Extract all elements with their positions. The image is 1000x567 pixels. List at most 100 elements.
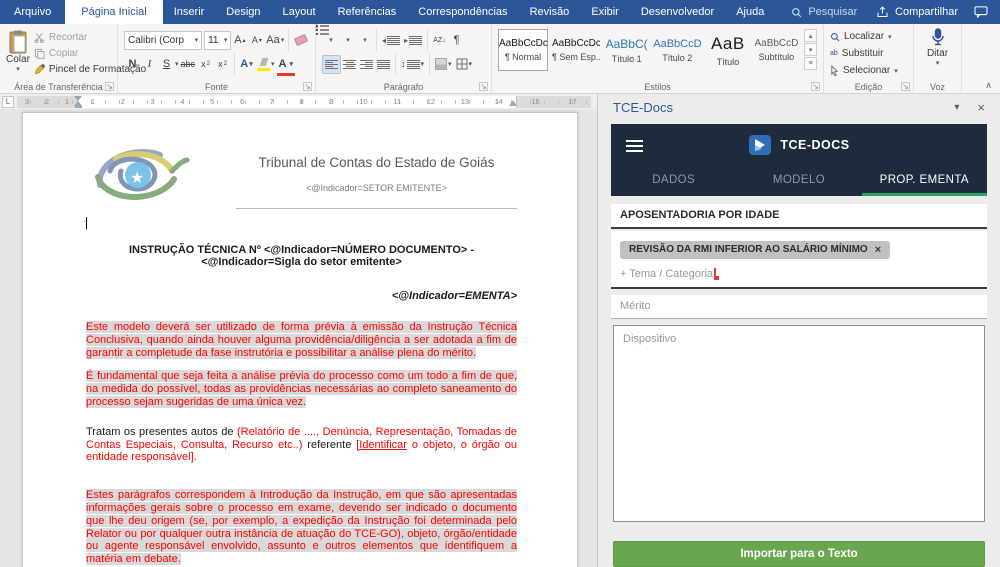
instruction-title[interactable]: INSTRUÇÃO TÉCNICA Nº <@Indicador=NÚMERO …	[86, 244, 517, 270]
document-area: L 321 123 456 789 101112 1314 1617	[0, 94, 597, 567]
replace-button[interactable]: ab Substituir	[830, 46, 907, 61]
align-left-button[interactable]	[322, 55, 341, 74]
line-spacing-button[interactable]: ↕▾	[399, 55, 426, 74]
superscript-button[interactable]: x2	[214, 55, 231, 74]
comments-icon[interactable]	[974, 6, 988, 18]
theme-category-field[interactable]: REVISÃO DA RMI INFERIOR AO SALÁRIO MÍNIM…	[611, 231, 987, 289]
style-normal[interactable]: AaBbCcDc ¶ Normal	[498, 29, 548, 71]
underline-caret[interactable]: ▾	[175, 60, 179, 68]
style-titulo-2[interactable]: AaBbCcD Título 2	[652, 29, 702, 71]
increase-indent-button[interactable]: ▸	[402, 31, 424, 50]
highlighter-icon	[257, 58, 270, 71]
paragraph-dialog-launcher[interactable]: ↘	[479, 82, 488, 91]
tab-referencias[interactable]: Referências	[327, 0, 408, 24]
tab-prop-ementa[interactable]: PROP. EMENTA	[862, 174, 987, 196]
decrease-indent-button[interactable]: ◂	[380, 31, 402, 50]
style-titulo[interactable]: AaB Título	[705, 29, 750, 71]
shrink-font-button[interactable]: A▾	[248, 31, 265, 50]
font-name-combo[interactable]: Calibri (Corp▾	[124, 31, 202, 50]
styles-dialog-launcher[interactable]: ↘	[811, 82, 820, 91]
tab-layout[interactable]: Layout	[272, 0, 327, 24]
bold-button[interactable]: N	[124, 55, 141, 74]
highlight-button[interactable]: ▾	[255, 55, 277, 74]
search-box[interactable]: Pesquisar	[791, 0, 857, 24]
styles-gallery-more[interactable]: ≡	[804, 57, 817, 70]
multilevel-list-button[interactable]: ▾	[356, 31, 373, 50]
tab-arquivo[interactable]: Arquivo	[0, 0, 65, 24]
tab-inserir[interactable]: Inserir	[163, 0, 216, 24]
change-case-button[interactable]: Aa▾	[265, 31, 285, 50]
find-button[interactable]: Localizar▾	[830, 29, 907, 44]
align-center-button[interactable]	[341, 55, 358, 74]
tab-revisao[interactable]: Revisão	[519, 0, 581, 24]
merito-input[interactable]: Mérito	[611, 295, 987, 319]
copy-icon	[34, 48, 45, 59]
paste-button[interactable]: Colar ▾	[6, 28, 30, 78]
font-size-combo[interactable]: 11▾	[204, 31, 231, 50]
style-titulo-1[interactable]: AaBbC( Título 1	[604, 29, 649, 71]
dispositivo-textarea[interactable]: Dispositivo	[613, 325, 985, 522]
tab-design[interactable]: Design	[215, 0, 271, 24]
share-button[interactable]: Compartilhar	[876, 6, 958, 18]
editing-dialog-launcher[interactable]: ↘	[901, 82, 910, 91]
clipboard-dialog-launcher[interactable]: ↘	[105, 82, 114, 91]
import-to-text-button[interactable]: Importar para o Texto	[613, 541, 985, 567]
style-sem-espacamento[interactable]: AaBbCcDc ¶ Sem Esp...	[551, 29, 601, 71]
tab-dados[interactable]: DADOS	[611, 174, 736, 196]
bullet-list-button[interactable]: ▾	[322, 31, 339, 50]
font-dialog-launcher[interactable]: ↘	[303, 82, 312, 91]
pane-options-caret[interactable]: ▾	[954, 102, 959, 113]
select-button[interactable]: Selecionar▾	[830, 63, 907, 78]
show-marks-button[interactable]: ¶	[448, 31, 465, 50]
tratam-paragraph[interactable]: Tratam os presentes autos de (Relatório …	[86, 426, 517, 464]
theme-chip[interactable]: REVISÃO DA RMI INFERIOR AO SALÁRIO MÍNIM…	[620, 241, 890, 259]
chip-remove-icon[interactable]: ×	[875, 244, 881, 256]
numbered-list-button[interactable]: 12▾	[339, 31, 356, 50]
style-subtitulo[interactable]: AaBbCcD Subtítulo	[753, 29, 799, 71]
italic-button[interactable]: I	[141, 55, 158, 74]
styles-scroll-down[interactable]: ▾	[804, 43, 817, 56]
tab-exibir[interactable]: Exibir	[580, 0, 630, 24]
dictate-microphone-icon[interactable]	[931, 28, 945, 48]
select-cursor-icon	[830, 65, 839, 76]
pane-close-icon[interactable]: ×	[977, 100, 985, 115]
right-indent-marker[interactable]	[509, 100, 517, 106]
dictate-button[interactable]: Ditar	[927, 48, 948, 59]
tab-selector[interactable]: L	[2, 96, 14, 108]
tab-pagina-inicial[interactable]: Página Inicial	[65, 0, 162, 24]
outdent-icon	[387, 35, 400, 46]
text-effects-button[interactable]: A▾	[238, 55, 255, 74]
template-note-2[interactable]: É fundamental que seja feita a análise p…	[86, 370, 517, 408]
tab-modelo[interactable]: MODELO	[736, 174, 861, 196]
tab-desenvolvedor[interactable]: Desenvolvedor	[630, 0, 725, 24]
paste-dropdown-caret[interactable]: ▾	[16, 65, 20, 73]
tab-correspondencias[interactable]: Correspondências	[407, 0, 518, 24]
strikethrough-button[interactable]: abc	[179, 55, 198, 74]
template-note-3[interactable]: Estes parágrafos correspondem à Introduç…	[86, 489, 517, 566]
borders-button[interactable]: ▾	[454, 55, 475, 74]
font-color-button[interactable]: A▾	[277, 55, 295, 74]
grow-font-button[interactable]: A▴	[231, 31, 248, 50]
collapse-ribbon-button[interactable]: ∧	[985, 80, 992, 91]
svg-text:★: ★	[130, 170, 144, 187]
underline-button[interactable]: S	[158, 55, 175, 74]
tce-go-logo: ★	[86, 141, 236, 207]
document-page[interactable]: ★ Tribunal de Contas do Estado de Goiás …	[22, 112, 578, 567]
dictate-caret[interactable]: ▾	[936, 59, 940, 67]
identificar-link[interactable]: [Identificar	[356, 439, 407, 451]
align-right-button[interactable]	[358, 55, 375, 74]
sort-button[interactable]: AZ↓	[431, 31, 448, 50]
justify-button[interactable]	[375, 55, 392, 74]
model-name-field[interactable]: APOSENTADORIA POR IDADE	[611, 204, 987, 229]
clear-formatting-button[interactable]	[292, 31, 309, 50]
left-indent-marker[interactable]	[75, 106, 82, 108]
ementa-indicator[interactable]: <@Indicador=EMENTA>	[86, 290, 517, 303]
template-note-1[interactable]: Este modelo deverá ser utilizado de form…	[86, 321, 517, 359]
shading-icon	[435, 58, 447, 70]
tab-ajuda[interactable]: Ajuda	[725, 0, 775, 24]
replace-icon: ab	[830, 50, 838, 57]
shading-button[interactable]: ▾	[433, 55, 454, 74]
add-theme-input[interactable]: + Tema / Categoria	[620, 268, 713, 280]
subscript-button[interactable]: x2	[197, 55, 214, 74]
styles-scroll-up[interactable]: ▴	[804, 29, 817, 42]
